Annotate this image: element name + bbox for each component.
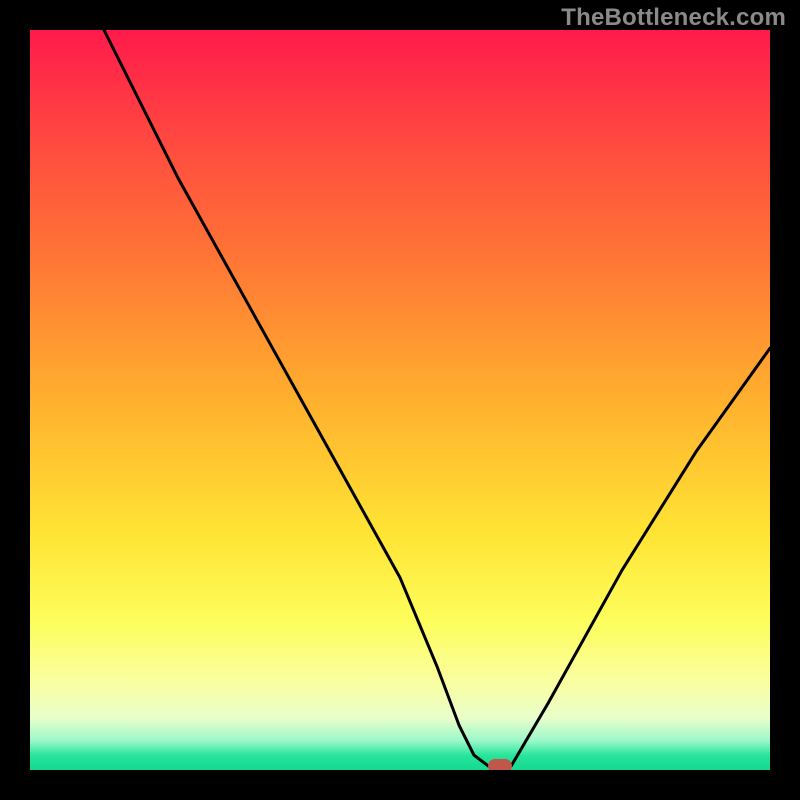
plot-area (30, 30, 770, 770)
chart-container: TheBottleneck.com (0, 0, 800, 800)
bottleneck-curve (30, 30, 770, 770)
optimal-point-marker (488, 759, 512, 770)
watermark-text: TheBottleneck.com (561, 4, 786, 32)
